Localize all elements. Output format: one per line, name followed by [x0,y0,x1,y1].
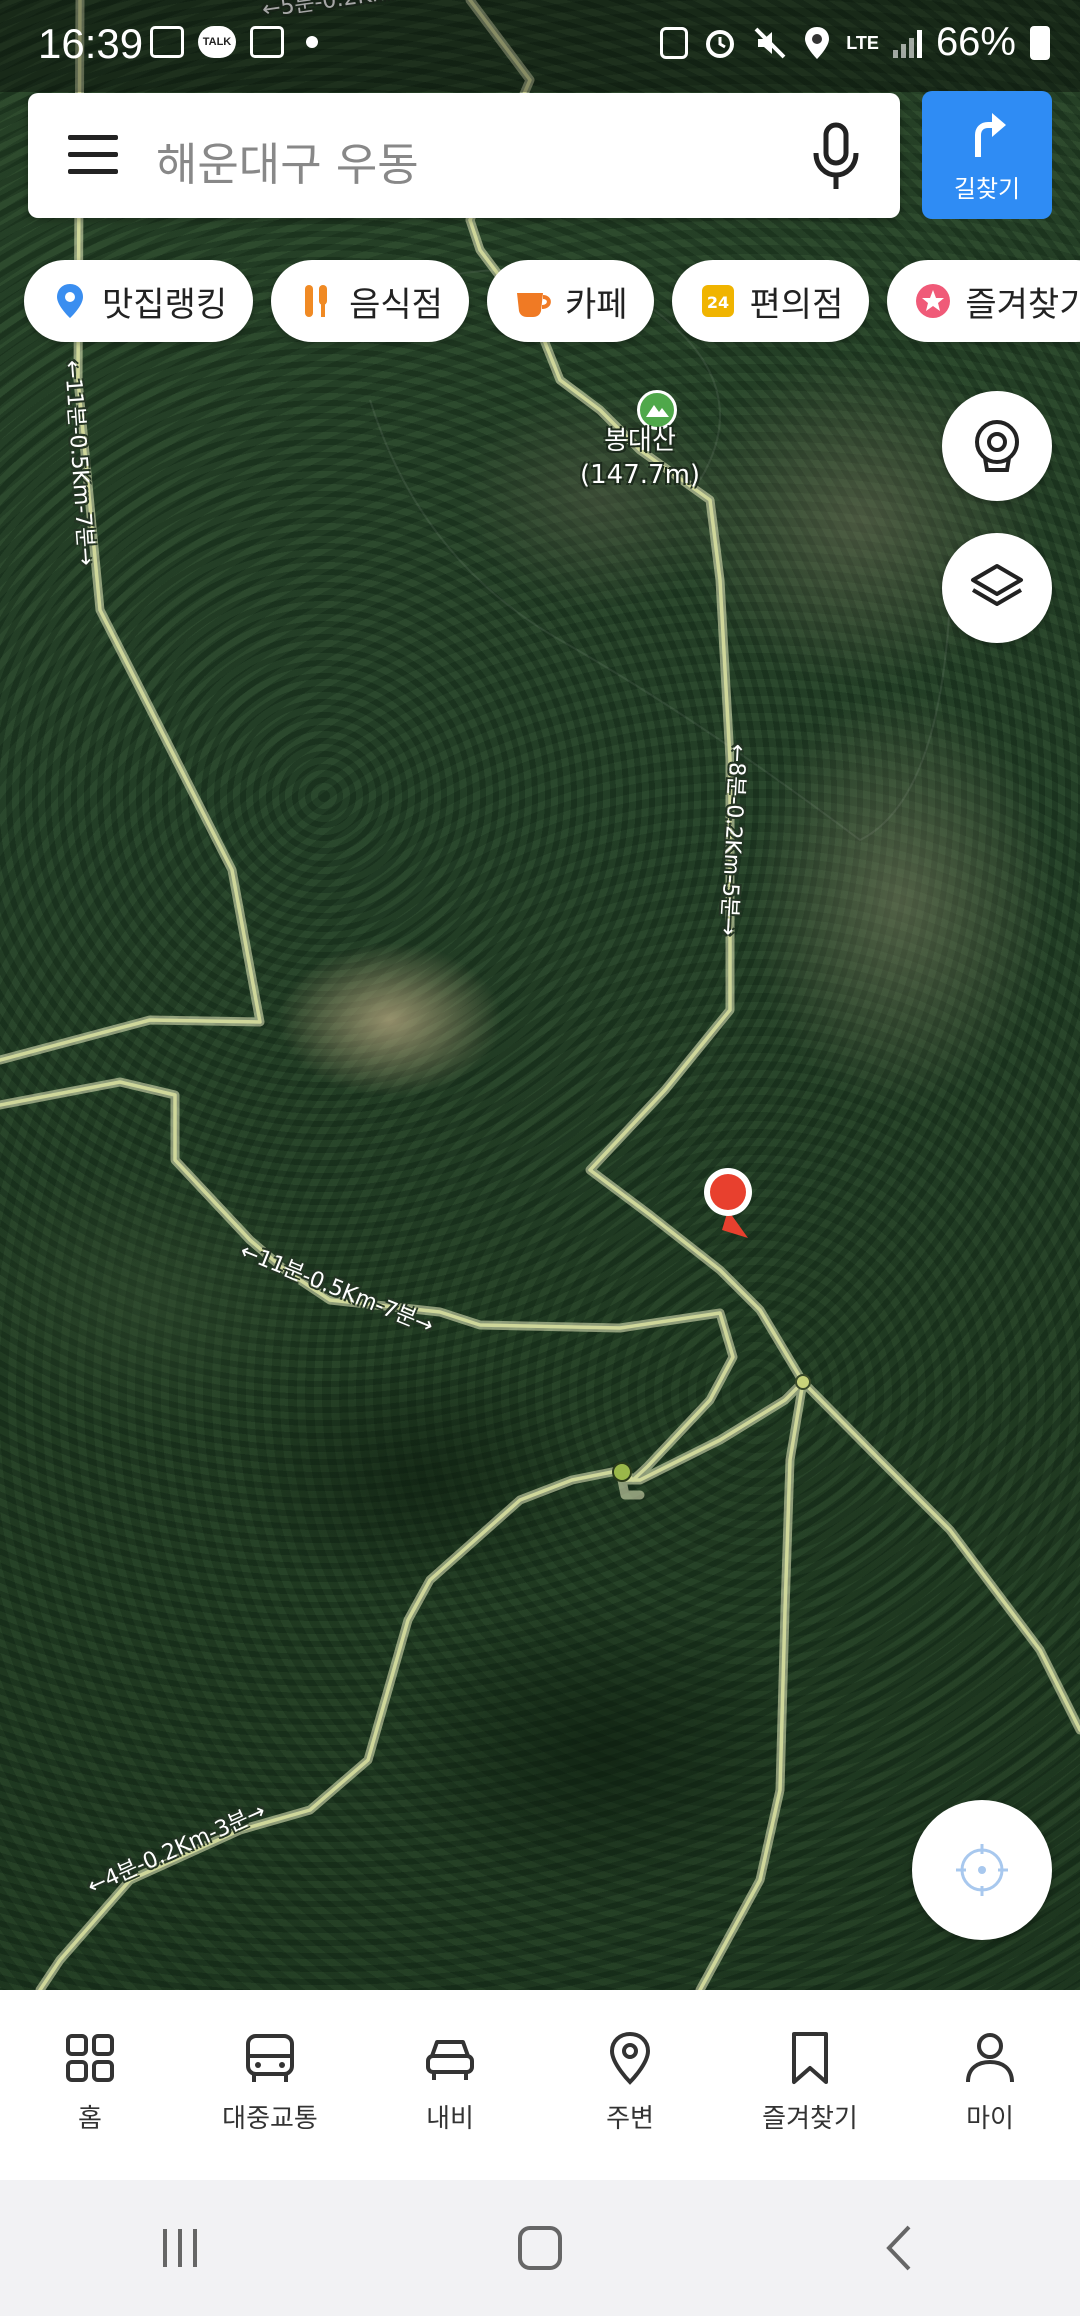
directions-button[interactable]: 길찾기 [922,91,1052,219]
location-service-icon [805,26,830,59]
home-button[interactable] [480,2208,600,2288]
category-chips: 맛집랭킹 음식점 카페 24 편의점 즐겨찾기 [24,260,1080,342]
grid-icon [66,2034,114,2082]
back-button[interactable] [840,2208,960,2288]
gallery-icon [150,26,184,58]
my-location-button[interactable] [912,1800,1052,1940]
nav-home[interactable]: 홈 [15,2030,165,2135]
alarm-icon [706,29,735,58]
utensils-icon [297,281,337,321]
battery-icon [1030,25,1050,60]
nav-favorites[interactable]: 즐겨찾기 [735,2030,885,2135]
peak-label[interactable]: 봉대산 (147.7m) [580,424,700,492]
battery-saver-icon [660,26,689,59]
store-24-icon: 24 [698,281,738,321]
chip-label: 음식점 [349,284,443,325]
nav-label: 대중교통 [222,2104,318,2134]
trail-junction [612,1462,632,1482]
crosshair-icon [956,1844,1008,1896]
home-square-icon [518,2226,562,2270]
star-icon [913,281,953,321]
nav-label: 즐겨찾기 [762,2104,858,2134]
chip-favorites[interactable]: 즐겨찾기 [887,260,1080,342]
nav-nearby[interactable]: 주변 [555,2030,705,2135]
microphone-icon[interactable] [808,121,864,193]
calendar-icon [250,26,284,58]
search-bar[interactable]: 해운대구 우동 [28,93,900,218]
mute-icon [754,27,786,58]
cup-icon [513,281,553,321]
status-time: 16:39 [38,20,144,67]
layers-icon [971,564,1023,606]
car-icon [426,2040,474,2080]
bus-icon [246,2034,294,2082]
street-view-button[interactable] [942,391,1052,501]
chip-restaurant[interactable]: 음식점 [271,260,469,342]
nav-navigation[interactable]: 내비 [375,2030,525,2135]
peak-elevation: (147.7m) [580,460,701,490]
chip-label: 카페 [564,284,628,325]
menu-icon[interactable] [68,135,118,175]
store-badge: 24 [706,293,728,312]
trail-junction [795,1374,811,1390]
directions-label: 길찾기 [953,175,1021,203]
network-type: LTE [846,32,879,53]
battery-percent: 66% [935,20,1016,64]
chip-label: 맛집랭킹 [102,284,228,325]
chip-label: 편의점 [749,284,844,325]
nav-label: 홈 [78,2104,102,2134]
current-location-marker[interactable] [704,1168,752,1238]
bottom-navigation: 홈 대중교통 내비 주변 즐겨찾기 마이 [0,1990,1080,2180]
chip-label: 즐겨찾기 [965,284,1080,325]
person-icon [966,2033,1014,2083]
recent-apps-button[interactable] [120,2208,240,2288]
signal-strength-icon [892,28,922,58]
cctv-icon [975,420,1019,472]
nav-label: 주변 [606,2104,654,2134]
back-chevron-icon [886,2225,911,2271]
location-pin-icon [609,2031,651,2085]
chip-convenience-store[interactable]: 24 편의점 [671,260,870,342]
more-notifications-icon [306,36,318,48]
bookmark-icon [792,2032,828,2084]
nav-transit[interactable]: 대중교통 [195,2030,345,2135]
nav-label: 내비 [426,2104,474,2134]
pin-icon [50,281,90,321]
system-navigation-bar [0,2180,1080,2316]
status-bar: 16:39 TALK LTE 66% [0,0,1080,92]
search-input[interactable]: 해운대구 우동 [156,128,419,193]
nav-my[interactable]: 마이 [915,2030,1065,2135]
nav-label: 마이 [966,2104,1014,2134]
chip-restaurant-ranking[interactable]: 맛집랭킹 [24,260,254,342]
peak-name: 봉대산 [604,426,676,456]
chip-cafe[interactable]: 카페 [486,260,654,342]
map-layers-button[interactable] [942,533,1052,643]
recent-apps-icon [163,2229,197,2267]
turn-arrow-icon [975,113,1006,157]
kakaotalk-icon: TALK [198,26,236,58]
